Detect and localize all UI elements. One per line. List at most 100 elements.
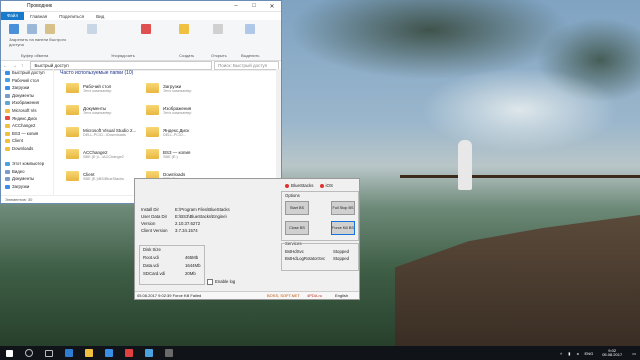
- nav-item[interactable]: Документы: [1, 92, 53, 100]
- bs-link-bluestacks[interactable]: BlueStacks: [291, 183, 314, 188]
- bluestacks-taskbar-icon[interactable]: [125, 349, 133, 357]
- copy-icon[interactable]: [27, 24, 37, 34]
- nav-item-label: BS3 — копия: [12, 130, 39, 136]
- force-kill-bs-button[interactable]: Force Kill BS: [331, 221, 355, 235]
- nav-item[interactable]: Client: [1, 137, 53, 145]
- search-icon[interactable]: [25, 349, 33, 357]
- nav-item[interactable]: ACChange2: [1, 122, 53, 130]
- maximize-button[interactable]: □: [245, 3, 263, 10]
- folder-tile[interactable]: Client SBE (E:)\BS\BlueStacks: [66, 166, 144, 186]
- start-bs-button[interactable]: Start BS: [285, 201, 309, 215]
- folder-tile[interactable]: Яндекс.Диск DELL-PC\D...: [146, 122, 224, 142]
- select-icon[interactable]: [245, 24, 255, 34]
- close-button[interactable]: ✕: [263, 3, 281, 10]
- close-bs-button[interactable]: Close BS: [285, 221, 309, 235]
- file-explorer-taskbar-icon[interactable]: [85, 349, 93, 357]
- mail-icon[interactable]: [145, 349, 153, 357]
- move-to-icon[interactable]: [87, 24, 97, 34]
- tab-share[interactable]: Поделиться: [53, 14, 90, 19]
- start-windows-icon[interactable]: [6, 349, 13, 357]
- enable-log-checkbox[interactable]: [207, 279, 213, 285]
- folder-icon: [5, 108, 10, 113]
- nav-item[interactable]: Изображения: [1, 99, 53, 107]
- folder-tile[interactable]: Изображения Этот компьютер: [146, 100, 224, 120]
- clock[interactable]: 9:02 05.08.2017: [602, 348, 622, 358]
- bs-footer-4pda[interactable]: 4PDA.ru: [307, 292, 322, 299]
- nav-item[interactable]: Видео: [1, 168, 53, 176]
- folder-tile[interactable]: Загрузки Этот компьютер: [146, 78, 224, 98]
- bs-label-user-data: User Data Dir: [141, 214, 168, 219]
- disk-label-data: Data.vdi: [143, 263, 159, 268]
- navigation-pane: Быстрый доступ Рабочий стол Загрузки Докуме…: [1, 69, 54, 196]
- folder-name: Изображения: [163, 105, 192, 111]
- tab-home[interactable]: Главная: [24, 14, 53, 19]
- folder-location: Этот компьютер: [163, 110, 192, 115]
- system-tray: ˄ ▮ ◂ ENG 9:02 05.08.2017 ▭: [557, 348, 640, 358]
- folder-location: DELL-PC\D...\Downloads: [83, 132, 126, 137]
- folder-icon: [5, 78, 10, 83]
- folder-icon: [66, 105, 79, 115]
- store-icon[interactable]: [105, 349, 113, 357]
- nav-item[interactable]: Downloads: [1, 145, 53, 153]
- ribbon: Закрепить на панели быстрого доступа Буф…: [1, 20, 281, 61]
- edge-browser-icon[interactable]: [65, 349, 73, 357]
- new-folder-icon[interactable]: [179, 24, 189, 34]
- tab-view[interactable]: Вид: [90, 14, 110, 19]
- nav-item-label: Рабочий стол: [12, 77, 39, 83]
- folder-tile[interactable]: Документы Этот компьютер: [66, 100, 144, 120]
- folder-name: Downloads: [163, 171, 186, 177]
- folder-icon: [5, 85, 10, 90]
- forward-arrow-icon[interactable]: →: [10, 63, 19, 69]
- task-view-icon[interactable]: [45, 349, 53, 357]
- vertical-scrollbar[interactable]: [276, 69, 281, 196]
- nav-item-label: Быстрый доступ: [12, 70, 45, 75]
- tab-file[interactable]: Файл: [1, 12, 25, 20]
- app-taskbar-icon[interactable]: [165, 349, 173, 357]
- disk-label-sdcard: SDCard.vdi: [143, 271, 165, 276]
- nav-item[interactable]: Microsoft Vis: [1, 107, 53, 115]
- full-stop-bs-button[interactable]: Full Stop BS: [331, 201, 355, 215]
- network-icon[interactable]: ▮: [568, 351, 570, 356]
- properties-icon[interactable]: [213, 24, 223, 34]
- nav-item-label: Документы: [12, 176, 35, 182]
- nav-item[interactable]: Документы: [1, 175, 53, 183]
- nav-item-label: Microsoft Vis: [12, 107, 37, 113]
- nav-item[interactable]: Яндекс.Диск: [1, 115, 53, 123]
- nav-item-label: ACChange2: [12, 123, 36, 129]
- folder-tile[interactable]: Рабочий стол Этот компьютер: [66, 78, 144, 98]
- disk-label-root: Root.vdi: [143, 255, 159, 260]
- folder-tile[interactable]: ACChange2 SBE (E:)\...\ACChange2: [66, 144, 144, 164]
- ribbon-group-select: Выделить: [241, 53, 260, 58]
- folder-icon: [5, 139, 10, 144]
- minimize-button[interactable]: –: [227, 3, 245, 10]
- folder-tile[interactable]: BS3 — копия SBE (E:): [146, 144, 224, 164]
- nav-item[interactable]: Загрузки: [1, 84, 53, 92]
- nav-item[interactable]: Этот компьютер: [1, 160, 53, 168]
- folder-icon: [5, 169, 10, 174]
- notifications-icon[interactable]: ▭: [632, 351, 636, 356]
- paste-icon[interactable]: [45, 24, 55, 34]
- nav-item[interactable]: Быстрый доступ: [1, 69, 53, 77]
- ribbon-group-organize: Упорядочить: [111, 53, 135, 58]
- folder-tile[interactable]: Microsoft Visual Studio 2... DELL-PC\D...…: [66, 122, 144, 142]
- bs-label-client-version: Client Version: [141, 228, 168, 233]
- language-select[interactable]: English: [335, 292, 348, 299]
- back-arrow-icon[interactable]: ←: [1, 63, 10, 69]
- chevron-up-icon[interactable]: ˄: [560, 351, 562, 356]
- ribbon-group-create: Создать: [179, 53, 195, 58]
- nav-item[interactable]: BS3 — копия: [1, 130, 53, 138]
- services-label: Services: [285, 241, 302, 246]
- nav-item[interactable]: Загрузки: [1, 183, 53, 191]
- bs-link-ios[interactable]: iOS: [326, 183, 334, 188]
- delete-icon[interactable]: [141, 24, 151, 34]
- nav-item[interactable]: [1, 153, 53, 161]
- pin-icon[interactable]: [9, 24, 19, 34]
- nav-item-label: Документы: [12, 92, 35, 98]
- section-frequent-folders[interactable]: Часто используемые папки (10): [54, 69, 281, 78]
- language-indicator[interactable]: ENG: [585, 351, 594, 356]
- folder-name: Рабочий стол: [83, 83, 112, 89]
- bs-footer-brand[interactable]: BOSS, SOFT.NET: [267, 292, 300, 299]
- volume-icon[interactable]: ◂: [577, 351, 579, 356]
- up-arrow-icon[interactable]: ↑: [19, 63, 26, 69]
- nav-item[interactable]: Рабочий стол: [1, 77, 53, 85]
